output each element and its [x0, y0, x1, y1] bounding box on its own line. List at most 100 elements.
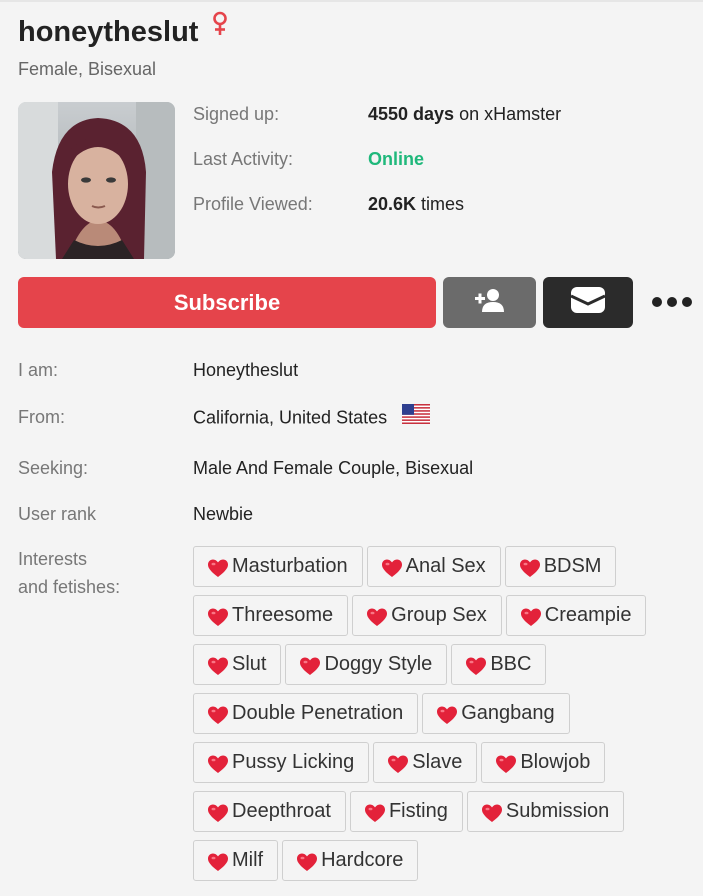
message-button[interactable] — [543, 277, 633, 328]
profile-header: honeytheslut — [18, 11, 229, 49]
add-friend-button[interactable] — [443, 277, 536, 328]
location-text: California, United States — [193, 407, 388, 428]
interest-tag-label: Deepthroat — [232, 800, 331, 822]
heart-icon — [208, 804, 228, 824]
add-friend-icon — [474, 288, 505, 317]
interest-tag[interactable]: Slave — [373, 742, 478, 783]
seeking-value: Male And Female Couple, Bisexual — [193, 458, 474, 478]
subscribe-button[interactable]: Subscribe — [18, 277, 436, 328]
interest-tag-label: Hardcore — [321, 849, 404, 871]
interest-tag[interactable]: BBC — [451, 644, 547, 685]
heart-icon — [300, 657, 321, 677]
interests-row: Double Penetration Gangbang — [193, 693, 693, 734]
heart-icon — [297, 853, 318, 873]
interest-tag-label: Slave — [412, 751, 463, 773]
more-options-icon-dot — [682, 297, 692, 307]
heart-icon — [388, 755, 409, 775]
interest-tag[interactable]: Blowjob — [481, 742, 606, 783]
signed-up-days: 4550 days — [368, 104, 455, 124]
heart-icon — [381, 559, 402, 579]
heart-icon — [364, 804, 385, 824]
username: honeytheslut — [18, 16, 199, 48]
stat-label: Last Activity: — [193, 149, 294, 169]
heart-icon — [208, 608, 228, 628]
i-am-label: I am: — [18, 360, 59, 380]
heart-icon — [481, 804, 502, 824]
signed-up-suffix: on xHamster — [454, 104, 562, 124]
interest-tag-label: Slut — [232, 653, 267, 675]
interest-tag[interactable]: Threesome — [193, 595, 349, 636]
interest-tag-label: Doggy Style — [324, 653, 433, 675]
from-value: California, United States — [193, 404, 431, 431]
interest-tag[interactable]: Masturbation — [193, 546, 363, 587]
user-rank-label: User rank — [18, 504, 97, 524]
interest-tag[interactable]: Milf — [193, 840, 279, 881]
more-options-icon — [652, 297, 662, 307]
interests-row: Pussy Licking Slave Blowjob — [193, 742, 693, 783]
interest-tag[interactable]: Submission — [466, 791, 625, 832]
i-am-value: Honeytheslut — [193, 360, 299, 380]
us-flag-icon — [402, 404, 431, 429]
interest-tag[interactable]: Doggy Style — [285, 644, 448, 685]
interest-tag-label: Fisting — [388, 800, 448, 822]
interest-tag-label: Creampie — [544, 604, 632, 626]
view-count: 20.6K — [368, 194, 417, 214]
interests-label-line1: Interests — [18, 549, 88, 569]
interest-tag[interactable]: Fisting — [349, 791, 463, 832]
interest-tag-label: BBC — [490, 653, 532, 675]
heart-icon — [496, 755, 517, 775]
interest-tag[interactable]: BDSM — [504, 546, 617, 587]
interests-row: Deepthroat Fisting Submission — [193, 791, 693, 832]
interest-tag[interactable]: Hardcore — [282, 840, 419, 881]
interests-label: Interests and fetishes: — [18, 545, 120, 601]
interest-tag[interactable]: Gangbang — [422, 693, 570, 734]
heart-icon — [208, 853, 228, 873]
seeking-label: Seeking: — [18, 458, 89, 478]
heart-icon — [466, 657, 487, 677]
from-label: From: — [18, 407, 65, 427]
interest-tag[interactable]: Double Penetration — [193, 693, 419, 734]
interest-tag[interactable]: Anal Sex — [366, 546, 501, 587]
heart-icon — [208, 559, 228, 579]
interests-label-line2: and fetishes: — [18, 577, 121, 597]
online-status: Online — [368, 149, 425, 169]
interests-row: Threesome Group Sex Creampie — [193, 595, 693, 636]
interest-tag-label: Blowjob — [520, 751, 591, 773]
heart-icon — [520, 608, 541, 628]
interest-tag-label: Milf — [232, 849, 264, 871]
profile-subtitle: Female, Bisexual — [18, 59, 157, 79]
heart-icon — [208, 706, 228, 726]
interest-tag-label: BDSM — [543, 555, 602, 577]
more-options-button[interactable] — [647, 285, 697, 319]
interest-tag-label: Group Sex — [391, 604, 487, 626]
interests-list: Masturbation Anal Sex BDSM Threesome Group S… — [193, 546, 693, 889]
interest-tag-label: Double Penetration — [232, 702, 404, 724]
stat-label: Profile Viewed: — [193, 194, 313, 214]
heart-icon — [208, 657, 228, 677]
interests-row: Slut Doggy Style BBC — [193, 644, 693, 685]
heart-icon — [519, 559, 540, 579]
interest-tag[interactable]: Group Sex — [352, 595, 502, 636]
interest-tag-label: Submission — [505, 800, 610, 822]
stat-value: 20.6K times — [368, 194, 464, 215]
interests-row: Milf Hardcore — [193, 840, 693, 881]
interest-tag[interactable]: Deepthroat — [193, 791, 346, 832]
female-symbol-icon — [211, 11, 229, 42]
avatar[interactable] — [18, 102, 175, 259]
message-icon — [570, 287, 606, 318]
interest-tag[interactable]: Creampie — [505, 595, 647, 636]
stat-value: 4550 days on xHamster — [368, 104, 561, 125]
interest-tag[interactable]: Pussy Licking — [193, 742, 370, 783]
heart-icon — [208, 755, 228, 775]
heart-icon — [437, 706, 458, 726]
interest-tag-label: Anal Sex — [405, 555, 486, 577]
stat-label: Signed up: — [193, 104, 280, 124]
view-count-suffix: times — [416, 194, 465, 214]
interest-tag-label: Masturbation — [232, 555, 348, 577]
interest-tag-label: Gangbang — [461, 702, 555, 724]
more-options-icon-dot — [667, 297, 677, 307]
user-rank-value: Newbie — [193, 504, 254, 524]
heart-icon — [367, 608, 388, 628]
interest-tag[interactable]: Slut — [193, 644, 282, 685]
interest-tag-label: Pussy Licking — [232, 751, 355, 773]
